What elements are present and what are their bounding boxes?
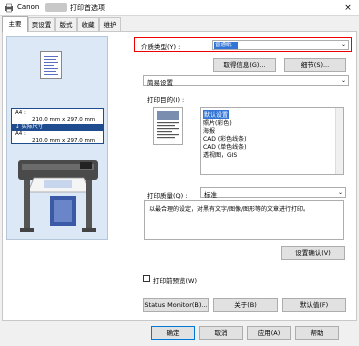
paper-size-info: A4 : 210.0 mm x 297.0 mm ↓ 实际尺寸 A4 : 210… [11, 108, 104, 144]
print-target-list[interactable]: 默认设置 照片(彩色) 海报 CAD (彩色线条) CAD (单色线条) 透视图… [200, 107, 344, 175]
quality-description-text: 以最合理的设定，对黑有文字/图像/图形等的文章进行打印。 [149, 206, 310, 213]
print-quality-value: 标准 [204, 191, 217, 199]
print-preview-label: 打印前预览(W) [153, 277, 197, 285]
chevron-down-icon: ⌄ [340, 77, 346, 84]
confirm-settings-button[interactable]: 设置确认(V) [281, 246, 345, 260]
tab-favorites[interactable]: 收藏 [77, 17, 99, 32]
scaling-mode: ↓ 实际尺寸 [12, 124, 103, 131]
ok-button[interactable]: 确定 [151, 326, 195, 340]
chevron-down-icon: ⌄ [337, 189, 343, 196]
printer-illustration [18, 160, 98, 232]
defaults-button[interactable]: 默认值(F) [282, 298, 346, 312]
tab-page-setup[interactable]: 页设置 [28, 17, 55, 32]
list-scrollbar[interactable] [335, 108, 343, 174]
media-type-label: 介质类型(Y) : [141, 43, 181, 51]
settings-mode-value: 简易设置 [147, 79, 173, 87]
print-target-label: 打印目的(I) : [147, 96, 185, 104]
settings-mode-select[interactable]: 简易设置 ⌄ [143, 75, 349, 87]
media-type-select[interactable]: 普通纸 ⌄ [212, 40, 349, 50]
input-size-value: 210.0 mm x 297.0 mm [32, 117, 96, 123]
print-quality-label: 打印质量(Q) : [147, 192, 188, 200]
print-preview-checkbox[interactable] [143, 275, 150, 282]
tab-main[interactable]: 主要 [2, 16, 28, 32]
title-bar: Canon 打印首选项 × [0, 0, 359, 16]
media-type-value: 普通纸 [214, 42, 238, 49]
output-size-label: A4 : [15, 131, 26, 137]
input-size-label: A4 : [15, 110, 26, 116]
tab-strip: 主要 页设置 版式 收藏 维护 [0, 16, 359, 32]
window-title: 打印首选项 [70, 4, 105, 12]
output-size-value: 210.0 mm x 297.0 mm [32, 138, 96, 144]
printer-app-icon [5, 3, 13, 13]
help-button[interactable]: 帮助 [295, 326, 339, 340]
print-target-thumbnail [153, 107, 183, 145]
scaling-mode-label: 实际尺寸 [21, 124, 44, 130]
close-button[interactable]: × [341, 2, 355, 14]
quality-description: 以最合理的设定，对黑有文字/图像/图形等的文章进行打印。 [144, 200, 344, 240]
chevron-down-icon: ⌄ [340, 41, 346, 48]
status-monitor-button[interactable]: Status Monitor(B)... [143, 298, 209, 312]
get-info-button[interactable]: 取得信息(G)... [213, 58, 276, 72]
paper-preview [40, 51, 62, 79]
media-details-button[interactable]: 细节(S)... [284, 58, 346, 72]
about-button[interactable]: 关于(B) [213, 298, 278, 312]
apply-button[interactable]: 应用(A) [247, 326, 291, 340]
window-title-prefix: Canon [17, 3, 40, 11]
redacted-model-name [45, 3, 67, 12]
print-quality-select[interactable]: 标准 ⌄ [200, 187, 346, 199]
tab-layout[interactable]: 版式 [55, 17, 77, 32]
cancel-button[interactable]: 取消 [199, 326, 243, 340]
tab-maintenance[interactable]: 维护 [99, 17, 121, 32]
list-item-gis[interactable]: 透视图，GIS [203, 150, 237, 159]
